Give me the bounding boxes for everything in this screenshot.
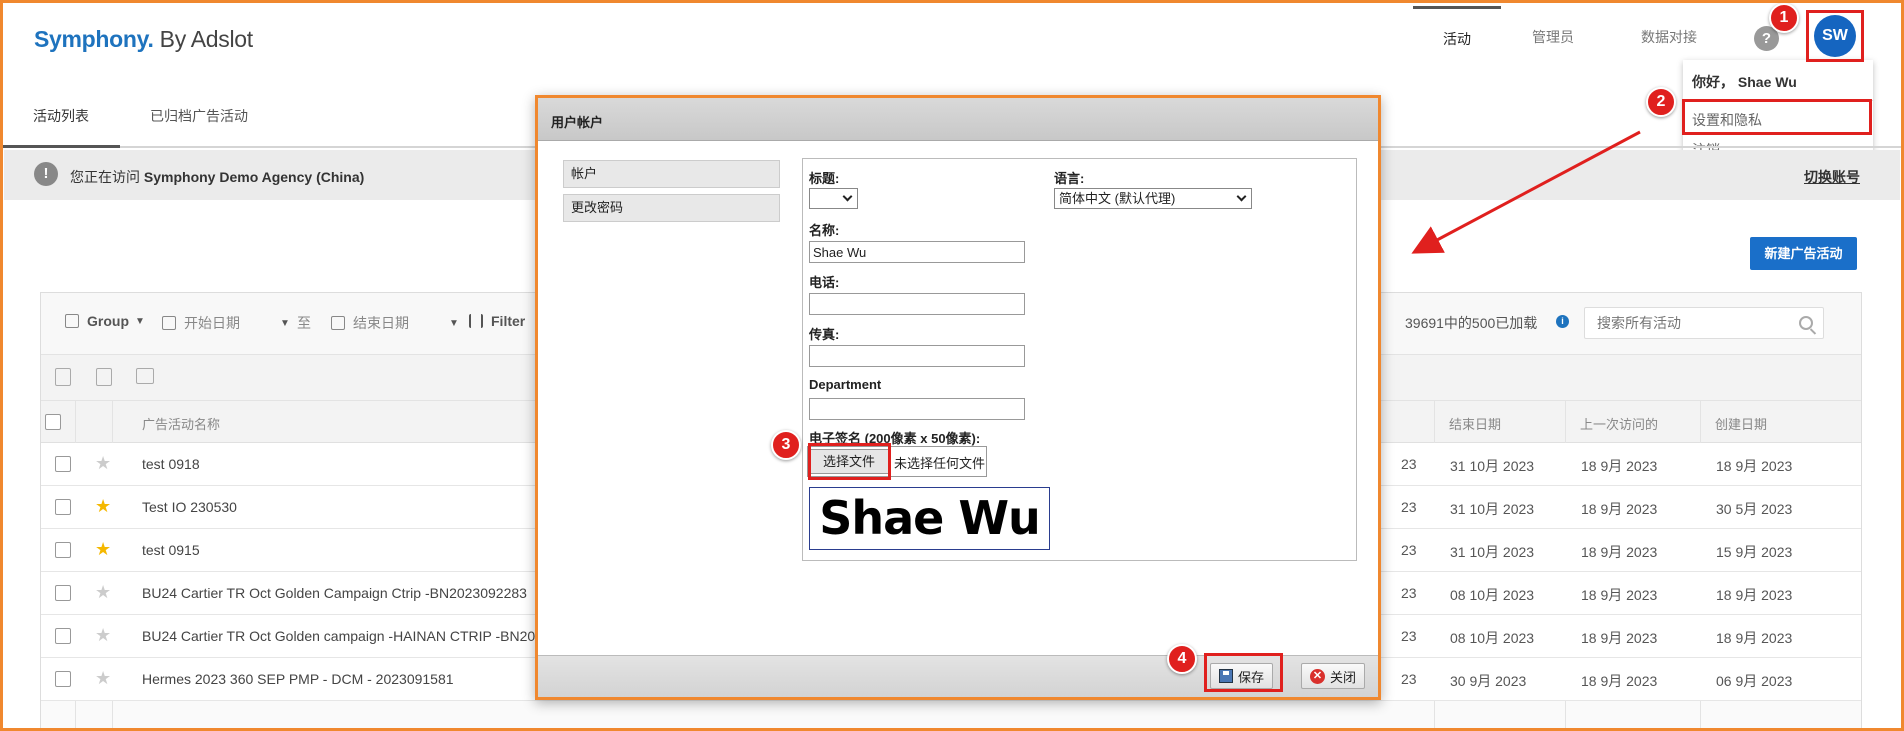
step-badge-2: 2 bbox=[1646, 87, 1676, 117]
annotation-arrow bbox=[1411, 130, 1641, 254]
step-badge-4: 4 bbox=[1167, 644, 1197, 674]
step-badge-3: 3 bbox=[771, 430, 801, 460]
step-badge-1: 1 bbox=[1769, 3, 1799, 33]
